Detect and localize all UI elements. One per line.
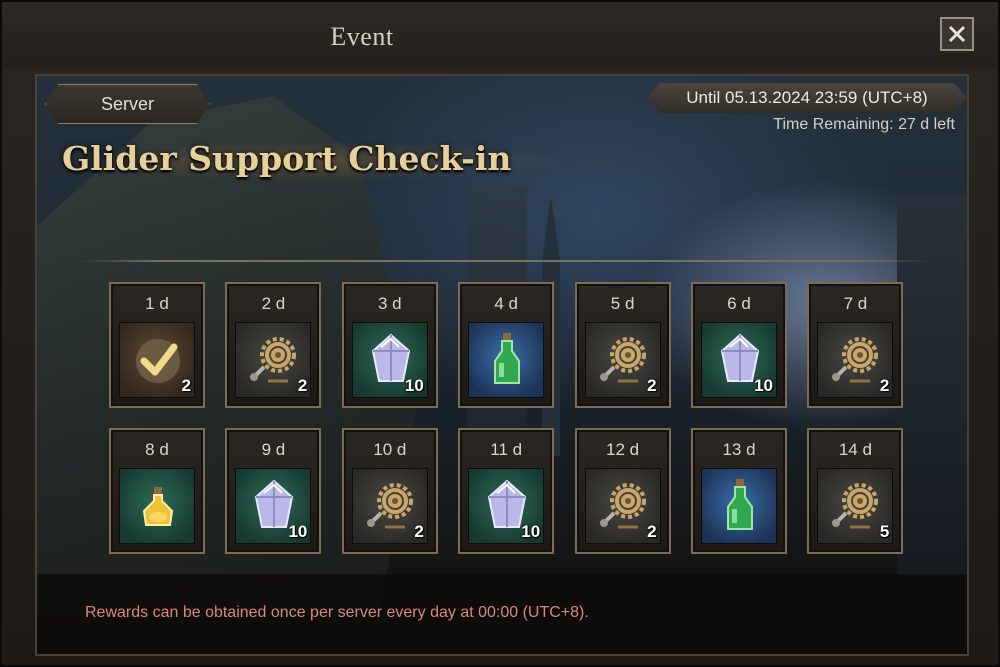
reward-quantity: 10	[404, 376, 424, 395]
day-label: 9 d	[261, 440, 286, 459]
reward-item-box: 2	[351, 468, 428, 544]
reward-item-box: 2	[817, 322, 894, 398]
divider	[79, 260, 929, 262]
reward-item-box	[701, 468, 777, 544]
reward-quantity: 10	[288, 522, 308, 541]
reward-quantity: 2	[647, 376, 657, 395]
day-label: 7 d	[843, 294, 868, 313]
reward-slot-day-5[interactable]: 5 d 2	[574, 282, 671, 408]
green-potion-icon	[710, 475, 770, 535]
gear-icon	[244, 329, 304, 389]
gear-icon	[826, 329, 886, 389]
reward-slot-day-4[interactable]: 4 d	[458, 282, 555, 408]
day-label: 13 d	[722, 440, 756, 459]
reward-quantity: 10	[521, 522, 541, 541]
reward-quantity: 2	[647, 522, 657, 541]
day-label: 1 d	[145, 294, 169, 313]
reward-slot-day-7[interactable]: 7 d 2	[807, 282, 904, 408]
day-label: 5 d	[610, 294, 635, 313]
reward-slot-day-3[interactable]: 3 d 10	[341, 282, 438, 408]
reward-item-box: 10	[701, 322, 777, 398]
close-icon	[948, 25, 966, 43]
day-label: 14 d	[838, 440, 872, 459]
reward-slot-day-11[interactable]: 11 d 10	[458, 428, 555, 554]
day-label: 6 d	[727, 294, 751, 313]
server-tab-label: Server	[100, 94, 154, 114]
event-window: Event Server Until 05.13.2024 23:59 (UTC…	[0, 0, 1000, 667]
reward-quantity: 2	[879, 376, 890, 395]
reward-slot-day-6[interactable]: 6 d 10	[691, 282, 787, 408]
window-title: Event	[330, 22, 394, 51]
reward-slot-day-9[interactable]: 9 d 10	[225, 428, 322, 554]
reward-quantity: 2	[297, 376, 308, 395]
reward-item-box: 2	[584, 468, 661, 544]
reward-item-box: 10	[351, 322, 428, 398]
reward-item-box	[468, 322, 545, 398]
event-period-text: Until 05.13.2024 23:59 (UTC+8)	[686, 88, 928, 107]
reward-slot-day-13[interactable]: 13 d	[691, 428, 787, 554]
reward-item-box: 2	[119, 322, 195, 398]
checkmark-icon	[128, 329, 188, 389]
reward-slot-day-2[interactable]: 2 d 2	[225, 282, 322, 408]
reward-quantity: 2	[181, 376, 191, 395]
day-label: 4 d	[494, 294, 518, 313]
reward-slot-day-14[interactable]: 14 d 5	[807, 428, 904, 554]
event-title: Glider Support Check-in	[62, 139, 512, 178]
day-label: 2 d	[261, 294, 286, 313]
footer: Rewards can be obtained once per server …	[37, 574, 967, 654]
day-label: 11 d	[490, 440, 523, 459]
reward-slot-day-12[interactable]: 12 d 2	[574, 428, 671, 554]
reward-item-box: 5	[817, 468, 894, 544]
green-potion-icon	[477, 329, 537, 389]
reward-quantity: 5	[879, 522, 890, 541]
gear-icon	[361, 475, 421, 535]
gear-icon	[594, 475, 654, 535]
gear-icon	[826, 475, 886, 535]
reward-slot-day-8[interactable]: 8 d	[109, 428, 205, 554]
server-tab[interactable]: Server	[45, 84, 210, 124]
reward-item-box	[119, 468, 195, 544]
gear-icon	[594, 329, 654, 389]
reward-slot-day-10[interactable]: 10 d 2	[341, 428, 438, 554]
event-period-badge: Until 05.13.2024 23:59 (UTC+8)	[647, 83, 967, 113]
reward-item-box: 2	[235, 322, 312, 398]
reward-item-box: 10	[235, 468, 312, 544]
event-panel: Server Until 05.13.2024 23:59 (UTC+8) Ti…	[35, 74, 969, 656]
reward-item-box: 10	[468, 468, 545, 544]
reward-item-box: 2	[584, 322, 661, 398]
reward-slot-day-1[interactable]: 1 d 2	[109, 282, 205, 408]
day-label: 12 d	[606, 440, 640, 459]
title-bar: Event	[2, 2, 998, 68]
reward-quantity: 2	[414, 522, 424, 541]
footer-note: Rewards can be obtained once per server …	[85, 604, 589, 621]
day-label: 10 d	[373, 440, 407, 459]
yellow-potion-icon	[128, 475, 188, 535]
time-remaining: Time Remaining: 27 d left	[773, 116, 955, 133]
background-wall	[897, 196, 967, 576]
day-label: 3 d	[377, 294, 402, 313]
reward-quantity: 10	[754, 376, 773, 395]
close-button[interactable]	[940, 17, 974, 51]
day-label: 8 d	[145, 440, 169, 459]
